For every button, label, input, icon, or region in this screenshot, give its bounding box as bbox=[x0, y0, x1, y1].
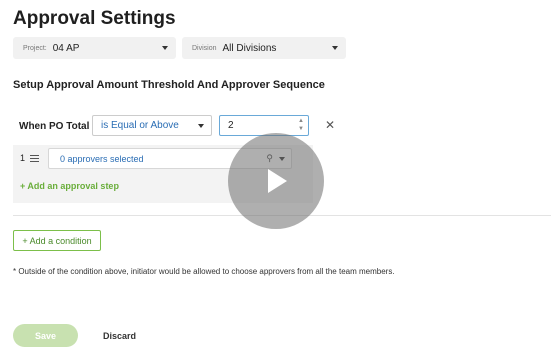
add-condition-button[interactable]: + Add a condition bbox=[13, 230, 101, 251]
division-select[interactable]: Division All Divisions bbox=[182, 37, 346, 59]
play-icon[interactable] bbox=[228, 133, 324, 229]
project-select[interactable]: Project: 04 AP bbox=[13, 37, 176, 59]
section-title: Setup Approval Amount Threshold And Appr… bbox=[13, 79, 325, 91]
drag-handle-icon[interactable] bbox=[30, 155, 39, 162]
close-icon[interactable]: ✕ bbox=[325, 118, 335, 132]
condition-value: is Equal or Above bbox=[101, 120, 179, 131]
project-value: 04 AP bbox=[52, 42, 80, 54]
chevron-down-icon bbox=[332, 46, 338, 50]
number-stepper[interactable]: ▲ ▼ bbox=[296, 118, 306, 133]
division-value: All Divisions bbox=[222, 42, 277, 54]
play-triangle bbox=[268, 169, 287, 193]
project-label: Project: bbox=[23, 44, 47, 52]
chevron-down-icon bbox=[198, 124, 204, 128]
amount-input[interactable]: 2 ▲ ▼ bbox=[219, 115, 309, 136]
save-button[interactable]: Save bbox=[13, 324, 78, 347]
stepper-down-icon[interactable]: ▼ bbox=[296, 126, 306, 133]
approvers-value: 0 approvers selected bbox=[60, 153, 144, 164]
discard-button[interactable]: Discard bbox=[103, 331, 136, 341]
page-title: Approval Settings bbox=[13, 8, 176, 29]
step-number: 1 bbox=[20, 153, 26, 163]
footnote: * Outside of the condition above, initia… bbox=[13, 267, 395, 276]
amount-value: 2 bbox=[228, 120, 234, 131]
add-approval-step-link[interactable]: + Add an approval step bbox=[20, 181, 119, 191]
chevron-down-icon bbox=[162, 46, 168, 50]
condition-select[interactable]: is Equal or Above bbox=[92, 115, 212, 136]
when-po-total-label: When PO Total bbox=[19, 121, 90, 132]
stepper-up-icon[interactable]: ▲ bbox=[296, 118, 306, 125]
division-label: Division bbox=[192, 44, 217, 52]
